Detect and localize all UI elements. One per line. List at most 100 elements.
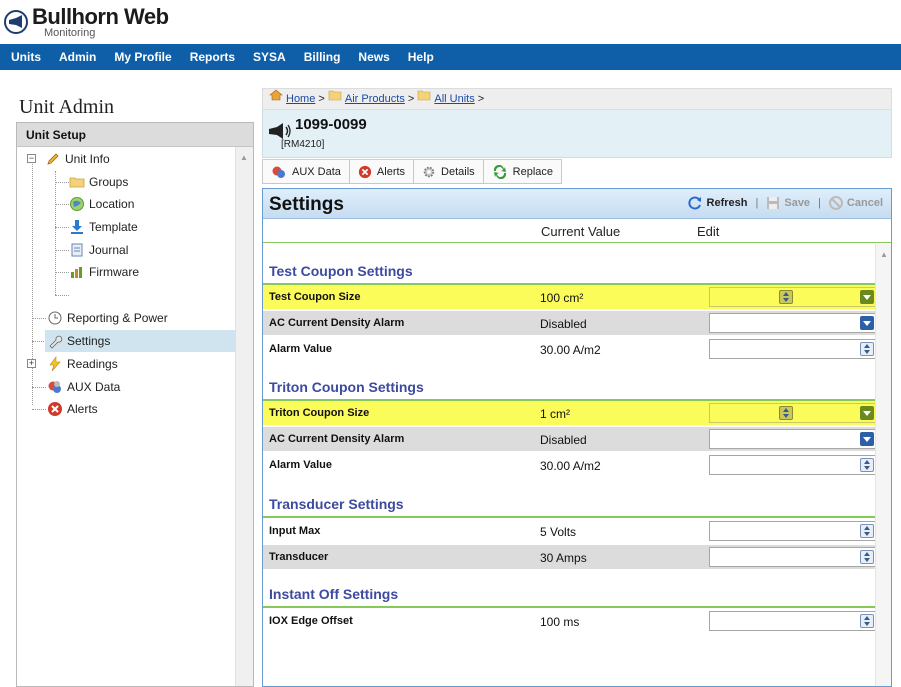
stepper-icon[interactable] [779, 406, 793, 420]
tree-item-firmware[interactable]: Firmware [69, 261, 139, 283]
stepper-icon[interactable] [779, 290, 793, 304]
tree-item-settings[interactable]: Settings [45, 330, 235, 352]
settings-row-test-coupon-size: Test Coupon Size 100 cm² [263, 285, 876, 309]
row-label: Triton Coupon Size [269, 407, 370, 419]
gear-icon [422, 165, 436, 179]
section-triton-coupon: Triton Coupon Settings [269, 379, 424, 395]
stepper-icon[interactable] [860, 614, 874, 628]
tab-label: Details [441, 165, 475, 178]
tree-scrollbar[interactable]: ▲ [235, 147, 253, 686]
row-label: Test Coupon Size [269, 291, 361, 303]
unit-setup-tree: − Unit Info Groups Location Template Jou… [17, 147, 253, 686]
tab-details[interactable]: Details [414, 160, 484, 184]
transducer-input[interactable] [709, 547, 876, 567]
dropdown-arrow-icon[interactable] [860, 406, 874, 420]
settings-scrollbar[interactable]: ▲ [875, 244, 891, 686]
breadcrumb-air-products[interactable]: Air Products [345, 93, 405, 105]
section-transducer: Transducer Settings [269, 496, 404, 512]
breadcrumb-home[interactable]: Home [286, 93, 315, 105]
row-value: 30 Amps [540, 551, 587, 565]
tree-item-unit-info[interactable]: Unit Info [45, 148, 110, 170]
dropdown-arrow-icon[interactable] [860, 432, 874, 446]
row-label: Input Max [269, 525, 321, 537]
row-label: AC Current Density Alarm [269, 433, 405, 445]
breadcrumb-all-units[interactable]: All Units [434, 93, 474, 105]
triton-coupon-size-select[interactable] [709, 403, 876, 423]
save-button[interactable]: Save [766, 196, 810, 210]
nav-sysa[interactable]: SYSA [244, 44, 295, 70]
nav-my-profile[interactable]: My Profile [105, 44, 180, 70]
settings-row-input-max: Input Max 5 Volts [263, 519, 876, 543]
tree-item-journal[interactable]: Journal [69, 239, 128, 261]
row-value: 5 Volts [540, 525, 577, 539]
tab-aux-data[interactable]: AUX Data [262, 160, 350, 184]
cancel-button[interactable]: Cancel [828, 196, 883, 210]
collapse-unit-info-icon[interactable]: − [27, 154, 36, 163]
settings-row-iox-edge-offset: IOX Edge Offset 100 ms [263, 609, 876, 633]
nav-news[interactable]: News [349, 44, 398, 70]
row-value: 100 cm² [540, 291, 584, 305]
nav-billing[interactable]: Billing [295, 44, 350, 70]
stepper-icon[interactable] [860, 524, 874, 538]
nav-reports[interactable]: Reports [181, 44, 244, 70]
dropdown-arrow-icon[interactable] [860, 290, 874, 304]
stepper-icon[interactable] [860, 550, 874, 564]
row-label: Transducer [269, 551, 329, 563]
row-value: 30.00 A/m2 [540, 343, 601, 357]
cancel-icon [828, 196, 843, 210]
tree-label: AUX Data [67, 380, 121, 394]
tree-label: Location [89, 197, 135, 211]
unit-tabs: AUX Data Alerts Details Replace [262, 159, 563, 184]
refresh-button[interactable]: Refresh [687, 196, 748, 210]
settings-title: Settings [269, 194, 344, 215]
scroll-up-icon[interactable]: ▲ [880, 250, 888, 259]
alarm-value-input[interactable] [709, 455, 876, 475]
tree-label: Template [89, 220, 138, 234]
stepper-icon[interactable] [860, 458, 874, 472]
ac-density-alarm-select[interactable] [709, 313, 876, 333]
settings-row-transducer: Transducer 30 Amps [263, 545, 876, 569]
pencil-icon [45, 151, 61, 167]
folder-icon [328, 88, 342, 108]
app-subtitle: Monitoring [44, 27, 96, 39]
alarm-value-input[interactable] [709, 339, 876, 359]
row-value: 100 ms [540, 615, 580, 629]
dropdown-arrow-icon[interactable] [860, 316, 874, 330]
scroll-up-icon[interactable]: ▲ [240, 153, 248, 162]
lightning-icon [47, 355, 63, 372]
nav-help[interactable]: Help [399, 44, 443, 70]
nav-units[interactable]: Units [0, 44, 50, 70]
tree-item-location[interactable]: Location [69, 193, 134, 215]
stepper-icon[interactable] [860, 342, 874, 356]
tree-item-groups[interactable]: Groups [69, 171, 128, 193]
tab-alerts[interactable]: Alerts [349, 160, 415, 184]
tree-item-readings[interactable]: Readings [47, 353, 118, 375]
expand-readings-icon[interactable]: + [27, 359, 36, 368]
ac-density-alarm-select[interactable] [709, 429, 876, 449]
iox-edge-offset-input[interactable] [709, 611, 876, 631]
column-edit: Edit [697, 224, 720, 239]
tree-item-alerts[interactable]: Alerts [47, 398, 98, 420]
settings-row-alarm-value: Alarm Value 30.00 A/m2 [263, 337, 876, 361]
tree-label: Groups [89, 175, 129, 189]
tree-label: Settings [67, 334, 111, 348]
tree-item-reporting-power[interactable]: Reporting & Power [47, 307, 168, 329]
tree-label: Unit Info [65, 152, 110, 166]
tab-label: AUX Data [292, 165, 341, 178]
test-coupon-size-select[interactable] [709, 287, 876, 307]
save-label: Save [784, 197, 811, 209]
settings-column-header: Current Value Edit [263, 219, 891, 243]
folder-icon [417, 88, 431, 108]
home-icon [269, 88, 283, 108]
input-max-input[interactable] [709, 521, 876, 541]
breadcrumb-separator: > [407, 93, 415, 105]
row-label: Alarm Value [269, 343, 332, 355]
row-value: 30.00 A/m2 [540, 459, 601, 473]
folder-icon [69, 174, 85, 190]
refresh-label: Refresh [706, 197, 748, 209]
nav-admin[interactable]: Admin [50, 44, 105, 70]
tab-replace[interactable]: Replace [483, 160, 563, 184]
journal-icon [69, 242, 85, 258]
tree-item-template[interactable]: Template [69, 216, 138, 238]
tree-item-aux-data[interactable]: AUX Data [47, 376, 120, 398]
